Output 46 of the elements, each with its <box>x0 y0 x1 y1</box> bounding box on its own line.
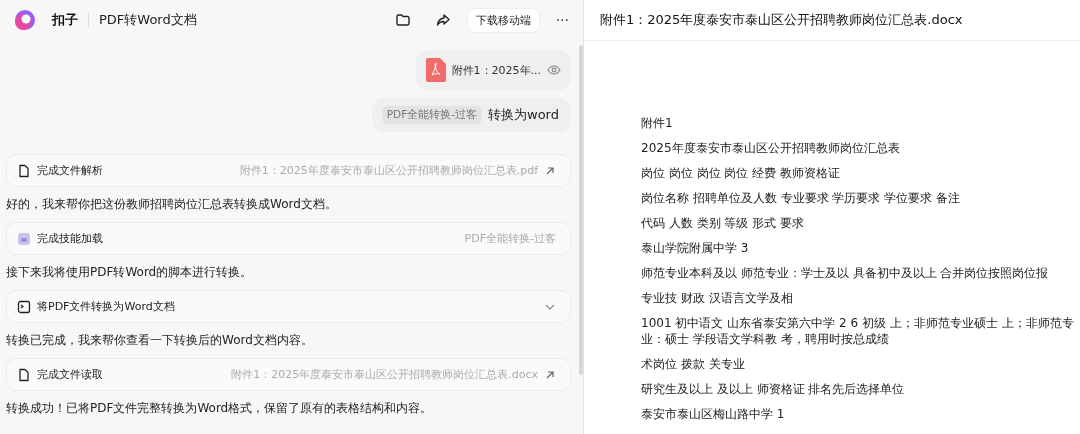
step-label: 完成文件解析 <box>37 163 103 178</box>
eye-icon[interactable] <box>547 63 561 77</box>
app-name: 扣子 <box>52 11 78 29</box>
assistant-message: 好的，我来帮你把这份教师招聘岗位汇总表转换成Word文档。 <box>6 196 338 213</box>
step-card[interactable]: 完成技能加载 PDF全能转换-过客 <box>6 222 571 255</box>
document-title: 附件1：2025年度泰安市泰山区公开招聘教师岗位汇总表.docx <box>584 0 1080 41</box>
file-attachment[interactable]: 附件1：2025年... <box>415 50 571 90</box>
assistant-message: 接下来我将使用PDF转Word的脚本进行转换。 <box>6 264 254 281</box>
document-icon <box>17 367 31 382</box>
arrow-icon[interactable] <box>544 368 556 381</box>
step-label: 完成技能加载 <box>37 231 103 246</box>
download-button[interactable]: 下载移动端 <box>466 7 540 33</box>
document-line: 岗位名称 招聘单位及人数 专业要求 学历要求 学位要求 备注 <box>641 190 962 206</box>
step-card[interactable]: 完成文件解析 附件1：2025年度泰安市泰山区公开招聘教师岗位汇总表.pdf <box>6 154 571 187</box>
more-icon[interactable]: ··· <box>555 12 569 28</box>
step-label: 将PDF文件转换为Word文档 <box>37 299 175 314</box>
document-line: 术岗位 拨款 关专业 <box>641 356 746 372</box>
assistant-message: 转换成功！已将PDF文件完整转换为Word格式，保留了原有的表格结构和内容。 <box>6 400 434 417</box>
document-line: 研究生及以上 及以上 师资格证 排名先后选择单位 <box>641 381 906 397</box>
skill-tag: PDF全能转换-过客 <box>381 106 483 124</box>
document-line: 2025年度泰安市泰山区公开招聘教师岗位汇总表 <box>641 140 901 156</box>
folder-icon[interactable] <box>394 12 411 28</box>
step-card[interactable]: 完成文件读取 附件1：2025年度泰安市泰山区公开招聘教师岗位汇总表.docx <box>6 358 571 391</box>
scrollbar[interactable] <box>579 45 583 375</box>
logo-icon <box>14 9 36 31</box>
chat-title: PDF转Word文档 <box>99 11 197 29</box>
document-line: 师范专业本科及以 师范专业：学士及以 具备初中及以上 合并岗位按照岗位报 <box>641 265 1050 281</box>
document-line: 泰安市泰山区梅山路中学 1 <box>641 406 786 422</box>
document-line: 专业技 财政 汉语言文学及相 <box>641 290 794 306</box>
share-icon[interactable] <box>434 12 451 28</box>
terminal-icon <box>17 299 31 314</box>
step-label: 完成文件读取 <box>37 367 103 382</box>
document-line: 泰山学院附属中学 3 <box>641 240 750 256</box>
document-line: 附件1 <box>641 115 674 131</box>
step-card[interactable]: 将PDF文件转换为Word文档 <box>6 290 571 323</box>
document-icon <box>17 163 31 178</box>
file-name: 附件1：2025年... <box>451 62 541 78</box>
document-line: 1001 初中语文 山东省泰安第六中学 2 6 初级 上；非师范专业硕士 上；非师范专业：硕士 学段语文学科教 考，聘用时按总成绩 <box>641 315 1075 347</box>
pdf-file-icon <box>425 58 446 82</box>
skill-icon <box>17 231 31 246</box>
arrow-icon[interactable] <box>544 164 556 177</box>
skill-name: PDF全能转换-过客 <box>464 231 556 246</box>
document-line: 岗位 岗位 岗位 岗位 经费 教师资格证 <box>641 165 842 181</box>
assistant-message: 转换已完成，我来帮你查看一下转换后的Word文档内容。 <box>6 332 314 349</box>
message-text: 转换为word <box>488 106 559 124</box>
document-line: 代码 人数 类别 等级 形式 要求 <box>641 215 806 231</box>
